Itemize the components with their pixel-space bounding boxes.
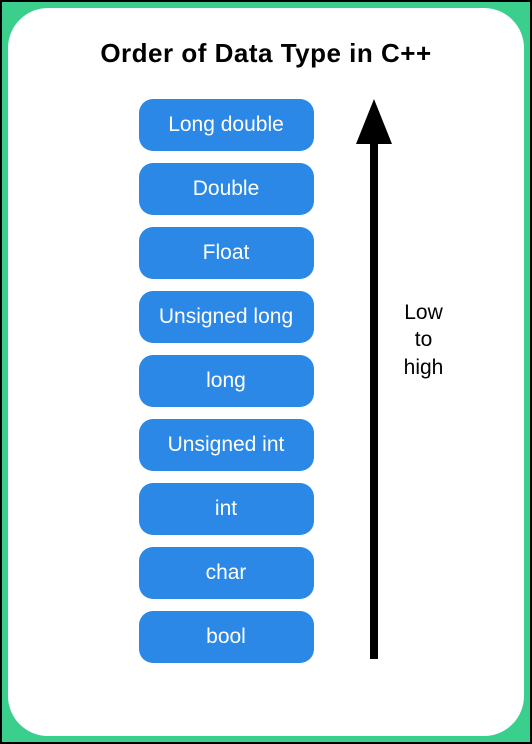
type-box: Double — [139, 163, 314, 215]
page-title: Order of Data Type in C++ — [28, 38, 504, 69]
content-row: Long double Double Float Unsigned long l… — [28, 99, 504, 663]
arrow-up-icon — [354, 99, 394, 659]
type-box: Unsigned int — [139, 419, 314, 471]
type-box: Long double — [139, 99, 314, 151]
arrow-label-line: Low — [404, 301, 443, 324]
type-box: bool — [139, 611, 314, 663]
arrow-label: Low to high — [394, 299, 454, 381]
card: Order of Data Type in C++ Long double Do… — [8, 8, 524, 736]
type-box: Float — [139, 227, 314, 279]
type-box: long — [139, 355, 314, 407]
type-box: Unsigned long — [139, 291, 314, 343]
type-box: char — [139, 547, 314, 599]
arrow-label-line: to — [415, 328, 433, 351]
type-box: int — [139, 483, 314, 535]
arrow-label-line: high — [404, 356, 444, 379]
type-stack: Long double Double Float Unsigned long l… — [139, 99, 314, 663]
arrow-column: Low to high — [354, 99, 394, 659]
